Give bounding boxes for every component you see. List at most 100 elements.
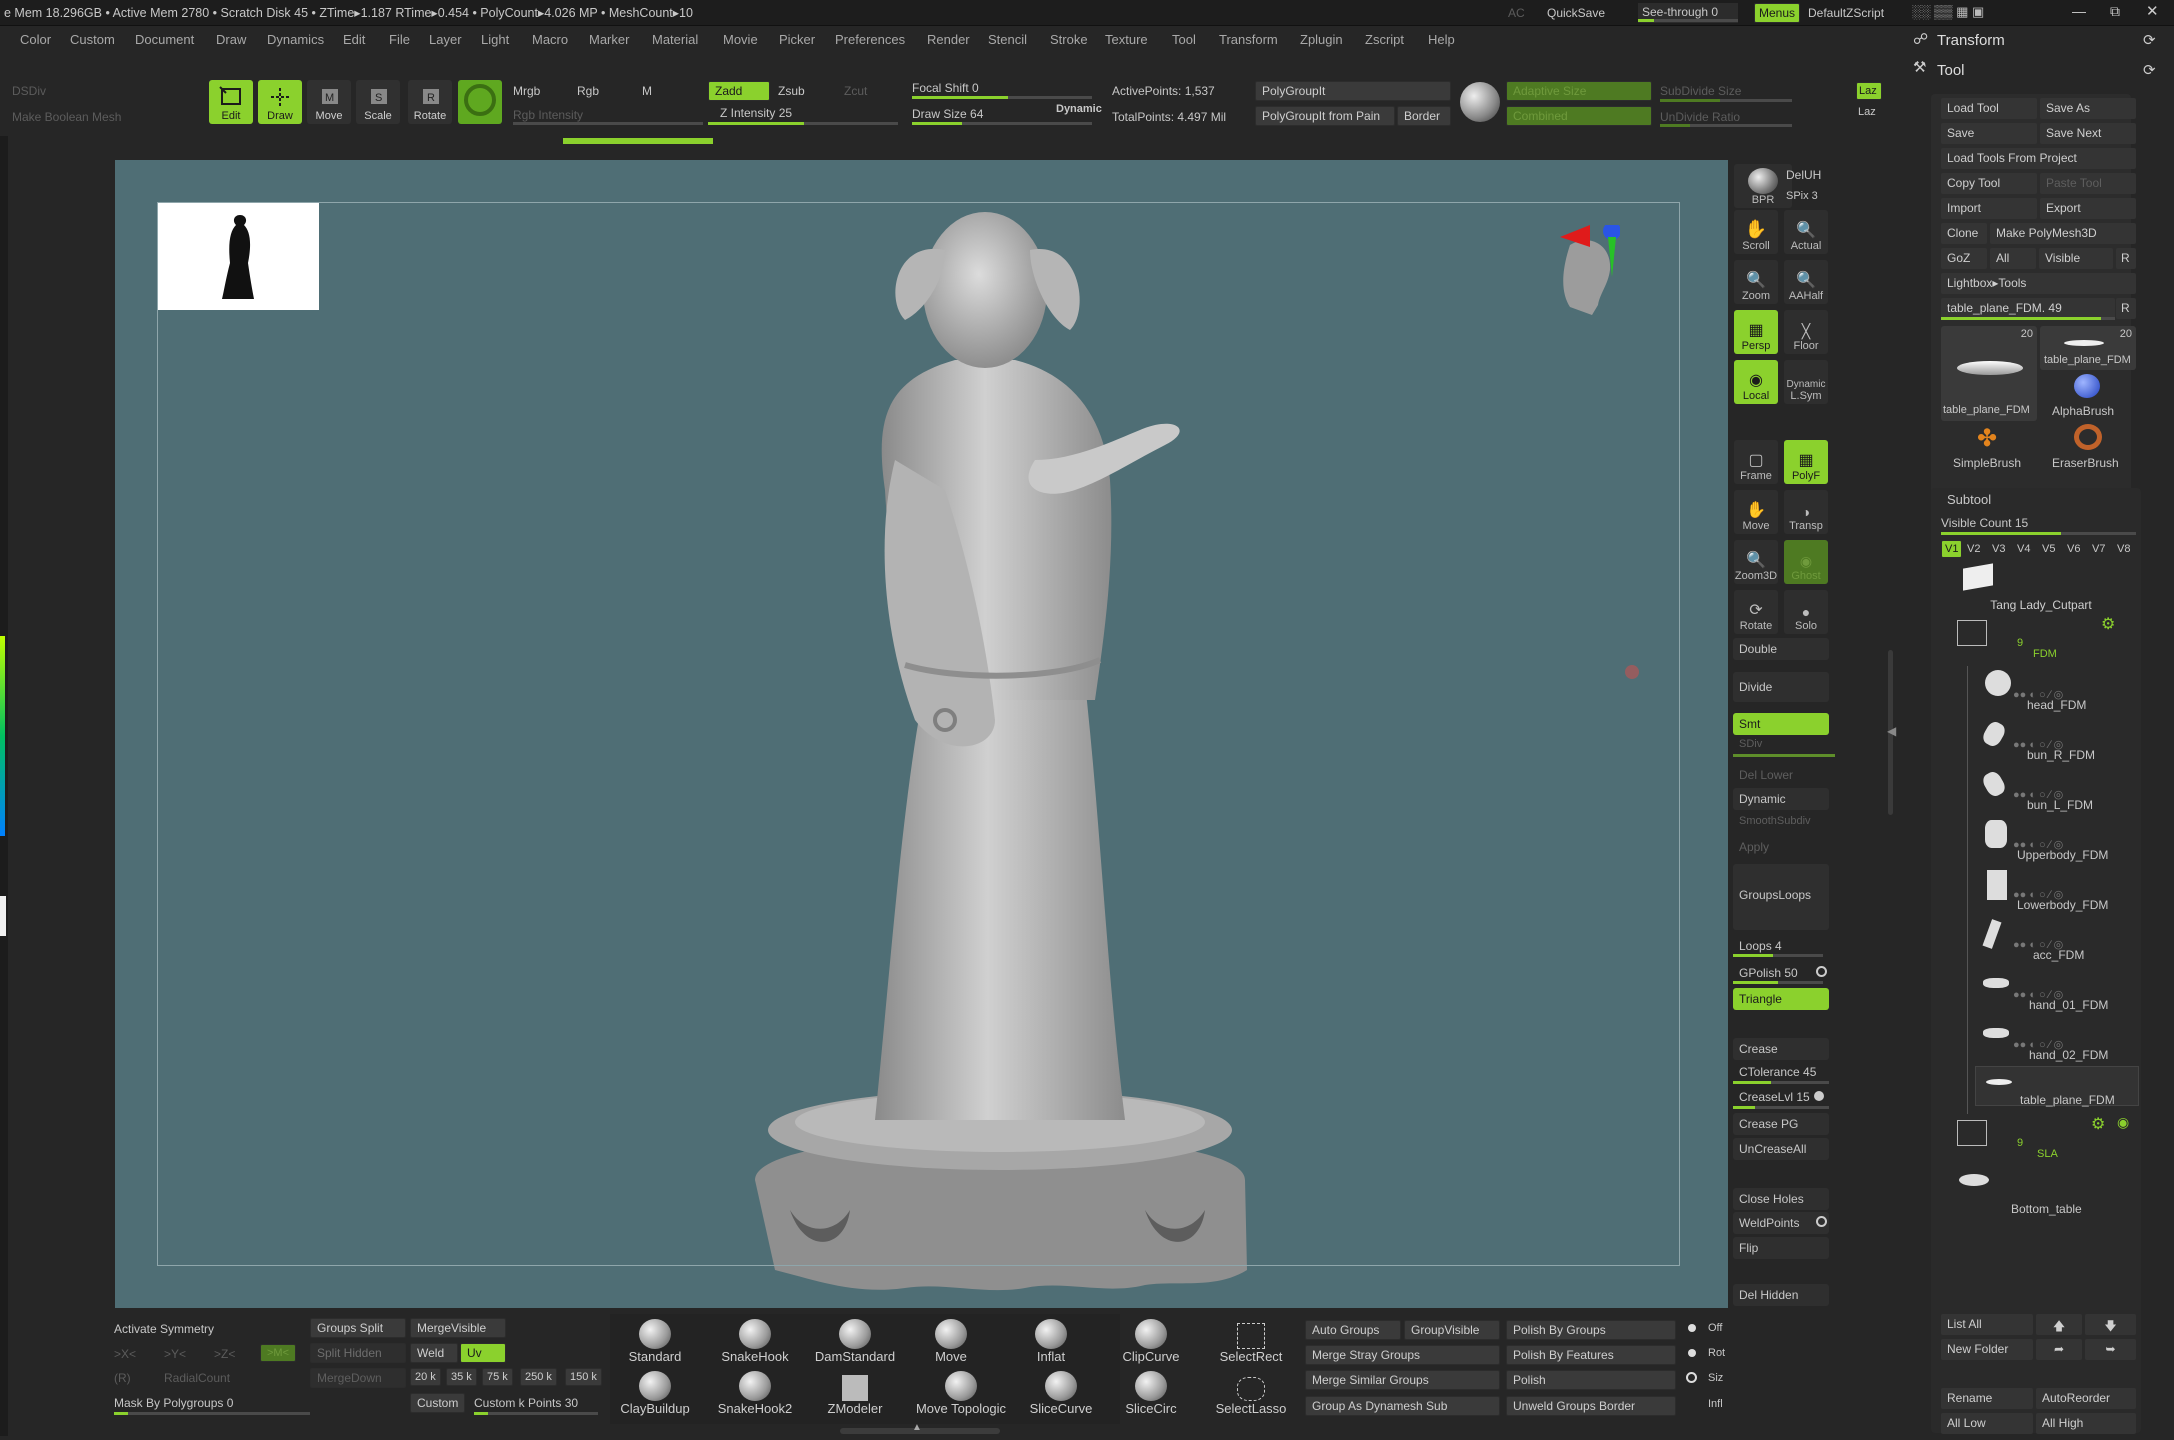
sdiv-track[interactable] — [1733, 754, 1835, 757]
version-v5[interactable]: V5 — [2042, 543, 2055, 555]
version-v2[interactable]: V2 — [1967, 543, 1980, 555]
crease-pg-button[interactable]: Crease PG — [1733, 1113, 1829, 1135]
brush-damstandard[interactable]: DamStandard — [810, 1314, 900, 1364]
current-tool-track[interactable] — [1941, 317, 2115, 320]
sdiv-slider[interactable]: SDiv — [1733, 736, 1829, 754]
gpolish-toggle-icon[interactable] — [1816, 966, 1827, 977]
version-v4[interactable]: V4 — [2017, 543, 2030, 555]
brush-snakehook[interactable]: SnakeHook — [710, 1314, 800, 1364]
focal-shift-slider[interactable]: Focal Shift 0 — [912, 81, 979, 95]
creaselvl-track[interactable] — [1733, 1106, 1829, 1109]
triangle-toggle[interactable]: Triangle — [1733, 988, 1829, 1010]
m-button[interactable]: M — [642, 84, 652, 98]
ghost-button[interactable]: ◉ Ghost — [1784, 540, 1828, 584]
loops-track[interactable] — [1733, 954, 1823, 957]
new-folder-button[interactable]: New Folder — [1941, 1339, 2033, 1360]
subtool-top-item[interactable]: Tang Lady_Cutpart — [1941, 598, 2141, 612]
poly-20k-button[interactable]: 20 k — [410, 1368, 441, 1386]
flip-button[interactable]: Flip — [1733, 1237, 1829, 1259]
apply-button[interactable]: Apply — [1733, 836, 1829, 858]
groups-loops-button[interactable]: GroupsLoops — [1733, 864, 1829, 930]
floor-button[interactable]: ╳ Floor — [1784, 310, 1828, 354]
clone-button[interactable]: Clone — [1941, 223, 1987, 244]
gpolish-track[interactable] — [1733, 981, 1823, 984]
rename-button[interactable]: Rename — [1941, 1388, 2033, 1409]
menu-movie[interactable]: Movie — [723, 32, 758, 47]
weld-points-toggle-icon[interactable] — [1816, 1216, 1827, 1227]
subdivide-size-track[interactable] — [1660, 99, 1792, 102]
copy-tool-button[interactable]: Copy Tool — [1941, 173, 2037, 194]
menu-edit[interactable]: Edit — [343, 32, 365, 47]
mask-by-polygroups-track[interactable] — [114, 1412, 310, 1415]
save-as-button[interactable]: Save As — [2040, 98, 2136, 119]
transform-header[interactable]: Transform — [1937, 32, 2005, 49]
custom-button[interactable]: Custom — [410, 1393, 466, 1413]
polygroupit-from-paint-button[interactable]: PolyGroupIt from Pain — [1255, 106, 1395, 126]
transp-button[interactable]: ◑ Transp — [1784, 490, 1828, 534]
transform-reset-icon[interactable]: ⟳ — [2143, 31, 2156, 49]
version-v1[interactable]: V1 — [1941, 540, 1963, 558]
polish-by-groups-slider[interactable]: Polish By Groups — [1506, 1320, 1676, 1340]
folder-sla-eye-icon[interactable]: ◉ — [2117, 1114, 2129, 1131]
custom-k-points-track[interactable] — [474, 1412, 598, 1415]
collapse-arrow-icon[interactable]: ◀ — [1887, 724, 1896, 738]
infl-label[interactable]: Infl — [1708, 1398, 1723, 1410]
actual-button[interactable]: 🔍 Actual — [1784, 210, 1828, 254]
spix-slider[interactable]: SPix 3 — [1786, 190, 1818, 202]
off-label[interactable]: Off — [1708, 1322, 1722, 1334]
bpr-button[interactable]: BPR — [1734, 164, 1792, 208]
poly-250k-button[interactable]: 250 k — [520, 1368, 557, 1386]
menu-stencil[interactable]: Stencil — [988, 32, 1027, 47]
polish-by-features-slider[interactable]: Polish By Features — [1506, 1345, 1676, 1365]
local-button[interactable]: ◉ Local — [1734, 360, 1778, 404]
brush-slicecirc[interactable]: SliceCirc — [1106, 1366, 1196, 1416]
restore-icon[interactable]: ⧉ — [2110, 3, 2120, 20]
menu-draw[interactable]: Draw — [216, 32, 246, 47]
focal-shift-track[interactable] — [912, 96, 1092, 99]
folder-fdm-name[interactable]: FDM — [2033, 648, 2057, 660]
menu-color[interactable]: Color — [20, 32, 51, 47]
menu-stroke[interactable]: Stroke — [1050, 32, 1088, 47]
subdivide-size-slider[interactable]: SubDivide Size — [1660, 84, 1741, 98]
version-v7[interactable]: V7 — [2092, 543, 2105, 555]
merge-stray-groups-button[interactable]: Merge Stray Groups — [1305, 1345, 1500, 1365]
load-tools-from-project-button[interactable]: Load Tools From Project — [1941, 148, 2136, 169]
list-all-button[interactable]: List All — [1941, 1314, 2033, 1335]
all-high-button[interactable]: All High — [2036, 1413, 2136, 1434]
smooth-subdiv-slider[interactable]: SmoothSubdiv — [1733, 811, 1829, 833]
brush-slicecurve[interactable]: SliceCurve — [1016, 1366, 1106, 1416]
activate-symmetry-button[interactable]: Activate Symmetry — [114, 1322, 214, 1336]
simple-brush-button[interactable]: ✤ SimpleBrush — [1941, 422, 2037, 470]
weld-points-button[interactable]: WeldPoints — [1733, 1212, 1829, 1234]
tool-header[interactable]: Tool — [1937, 62, 1965, 79]
main-color-swatch[interactable] — [0, 896, 6, 936]
subtool-visibility-icons[interactable]: ●● ◐ ○ ∕ ◎ ●● ◐ ○ ∕ ◎ ●● ◐ ○ ∕ ◎ ●● ◐ ○ ∕ ◎… — [2013, 670, 2063, 1070]
auto-groups-button[interactable]: Auto Groups — [1305, 1320, 1401, 1340]
persp-button[interactable]: ▦ Persp — [1734, 310, 1778, 354]
goz-button[interactable]: GoZ — [1941, 248, 1987, 269]
menu-help[interactable]: Help — [1428, 32, 1455, 47]
menu-preferences[interactable]: Preferences — [835, 32, 905, 47]
smt-toggle[interactable]: Smt — [1733, 713, 1829, 735]
symmetry-m[interactable]: >M< — [260, 1344, 297, 1362]
rgb-intensity-slider[interactable]: Rgb Intensity — [513, 108, 583, 122]
custom-k-points-slider[interactable]: Custom k Points 30 — [474, 1396, 578, 1410]
combined-button[interactable]: Combined — [1506, 106, 1652, 126]
version-v6[interactable]: V6 — [2067, 543, 2080, 555]
menu-picker[interactable]: Picker — [779, 32, 815, 47]
menu-layer[interactable]: Layer — [429, 32, 462, 47]
poly-35k-button[interactable]: 35 k — [446, 1368, 477, 1386]
brush-selectrect[interactable]: SelectRect — [1206, 1314, 1296, 1364]
del-hidden-button[interactable]: Del Hidden — [1733, 1284, 1829, 1306]
all-button[interactable]: All — [1990, 248, 2036, 269]
rgb-button[interactable]: Rgb — [577, 84, 599, 98]
menu-zscript[interactable]: Zscript — [1365, 32, 1404, 47]
subtool-item-bottom-table[interactable]: Bottom_table — [1957, 1166, 2137, 1216]
brush-zmodeler[interactable]: ZModeler — [810, 1366, 900, 1416]
solo-button[interactable]: ● Solo — [1784, 590, 1828, 634]
z-intensity-track[interactable] — [708, 122, 898, 125]
visible-count-slider[interactable]: Visible Count 15 — [1941, 516, 2028, 530]
move-view-button[interactable]: ✋ Move — [1734, 490, 1778, 534]
mrgb-button[interactable]: Mrgb — [513, 84, 540, 98]
scale-button[interactable]: S Scale — [356, 80, 400, 124]
